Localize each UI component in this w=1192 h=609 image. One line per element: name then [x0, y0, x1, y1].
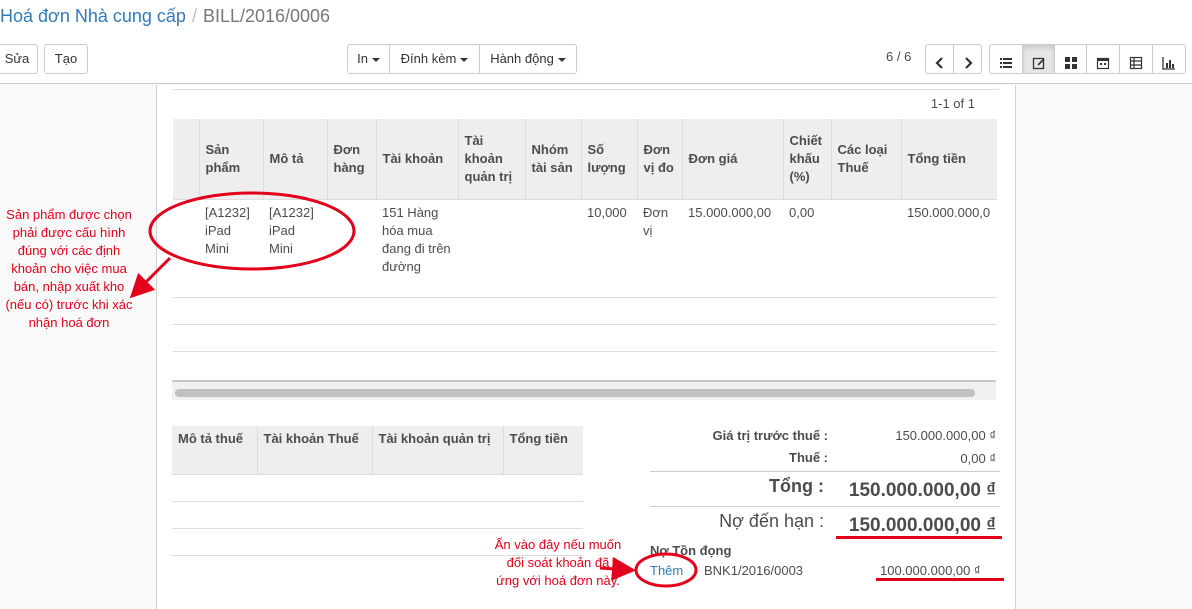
list-view-button[interactable] [989, 44, 1023, 74]
empty-row [172, 500, 583, 528]
outstanding-reference: BNK1/2016/0003 [704, 563, 804, 578]
empty-row [173, 350, 997, 378]
control-panel: Hoá đơn Nhà cung cấp / BILL/2016/0006 Sửa … [0, 0, 1192, 84]
untaxed-label: Giá trị trước thuế : [712, 428, 828, 443]
print-dropdown-button[interactable]: In [347, 44, 390, 74]
invoice-lines-table: Sản phẩm Mô tả Đơn hàng Tài khoản Tài kh… [173, 119, 997, 378]
amount-due-label: Nợ đến hạn : [719, 511, 824, 531]
tax-value: 0,00 ₫ [960, 451, 996, 466]
lines-header-row: Sản phẩm Mô tả Đơn hàng Tài khoản Tài kh… [173, 119, 997, 199]
tax-label: Thuế : [789, 450, 828, 465]
column-header[interactable]: Đơn hàng [326, 119, 376, 199]
scrollbar-thumb[interactable] [175, 389, 975, 397]
cell-uom[interactable]: Đơn vị [637, 198, 682, 297]
amount-due-underline [836, 536, 1002, 539]
kanban-view-icon [1064, 56, 1077, 69]
total-value: 150.000.000,00 ₫ [848, 480, 996, 501]
column-header[interactable]: Nhóm tài sản [524, 119, 581, 199]
form-view-button[interactable] [1022, 44, 1055, 74]
breadcrumb-current: BILL/2016/0006 [202, 6, 331, 26]
amount-due-value: 150.000.000,00 ₫ [848, 515, 996, 536]
totals-block: Giá trị trước thuế : 150.000.000,00 ₫ Th… [650, 420, 1000, 550]
edit-button[interactable]: Sửa [0, 44, 38, 74]
column-header[interactable]: Tài khoản quản trị [457, 119, 525, 199]
list-view-icon [1000, 57, 1012, 68]
column-header[interactable]: Tài khoản [375, 119, 458, 199]
column-header[interactable]: Sản phẩm [198, 119, 263, 199]
column-header[interactable]: Các loại Thuế [830, 119, 901, 199]
column-header[interactable]: Tổng tiền [502, 426, 583, 474]
cell-description[interactable]: [A1232] iPad Mini [263, 198, 327, 297]
reconcile-annotation: Ấn vào đây nếu muốn đối soát khoản đã ứn… [494, 537, 622, 588]
breadcrumb-separator: / [191, 6, 197, 26]
lines-horizontal-scrollbar[interactable] [172, 380, 996, 400]
tax-header-row: Mô tả thuế Tài khoản Thuế Tài khoản quản… [172, 426, 583, 474]
table-row[interactable]: [A1232] iPad Mini [A1232] iPad Mini 151 … [173, 198, 997, 297]
kanban-view-button[interactable] [1054, 44, 1087, 74]
attachment-dropdown-button[interactable]: Đính kèm [389, 44, 480, 74]
cell-product[interactable]: [A1232] iPad Mini [199, 198, 263, 297]
totals-divider [650, 506, 1000, 507]
record-pager-value: 6 / 6 [886, 49, 912, 64]
cell-unit-price[interactable]: 15.000.000,00 [682, 198, 783, 297]
lines-pager: 1-1 of 1 [930, 96, 975, 111]
action-dropdown-button[interactable]: Hành động [479, 44, 577, 74]
empty-row [173, 323, 997, 351]
empty-row [172, 473, 583, 501]
untaxed-value: 150.000.000,00 ₫ [895, 428, 996, 443]
column-header[interactable]: Mô tả [262, 119, 327, 199]
column-header[interactable]: Tài khoản Thuế [256, 426, 372, 474]
cell-subtotal[interactable]: 150.000.000,0 [901, 198, 997, 297]
action-label: Hành động [490, 51, 554, 66]
outstanding-add-link[interactable]: Thêm [650, 563, 683, 578]
cell-taxes[interactable] [831, 198, 901, 297]
column-header[interactable]: Mô tả thuế [172, 426, 257, 474]
column-header[interactable]: Đơn giá [681, 119, 783, 199]
chevron-left-icon [934, 56, 943, 69]
product-config-annotation: Sản phẩm được chọn phải được cấu hình đú… [5, 207, 133, 330]
totals-divider [650, 471, 1000, 472]
cell-account[interactable]: 151 Hàng hóa mua đang đi trên đường [376, 198, 458, 297]
pivot-view-button[interactable] [1119, 44, 1153, 74]
row-handle-header [173, 119, 199, 199]
outstanding-title: Nợ Tồn đọng [650, 543, 732, 558]
column-header[interactable]: Đơn vị đo [636, 119, 682, 199]
graph-view-button[interactable] [1152, 44, 1186, 74]
total-label: Tổng : [769, 476, 824, 496]
breadcrumb-parent-link[interactable]: Hoá đơn Nhà cung cấp [0, 6, 186, 26]
row-handle [173, 198, 199, 297]
calendar-view-icon [1096, 57, 1110, 69]
breadcrumb: Hoá đơn Nhà cung cấp / BILL/2016/0006 [0, 5, 330, 29]
outstanding-amount-underline [876, 578, 1004, 581]
cell-quantity[interactable]: 10,000 [581, 198, 637, 297]
empty-row [173, 296, 997, 324]
caret-down-icon [460, 57, 469, 62]
attachment-label: Đính kèm [400, 51, 457, 66]
caret-down-icon [371, 57, 380, 62]
pager-next-button[interactable] [953, 44, 982, 74]
column-header[interactable]: Tổng tiền [900, 119, 997, 199]
sheet-divider [173, 89, 999, 90]
column-header[interactable]: Tài khoản quản trị [371, 426, 503, 474]
create-button[interactable]: Tạo [44, 44, 88, 74]
pager-previous-button[interactable] [925, 44, 954, 74]
calendar-view-button[interactable] [1086, 44, 1120, 74]
outstanding-amount: 100.000.000,00 ₫ [880, 563, 981, 578]
column-header[interactable]: Chiết khấu (%) [782, 119, 831, 199]
print-label: In [357, 51, 368, 66]
cell-asset-category[interactable] [525, 198, 581, 297]
form-view-icon [1032, 57, 1045, 69]
invoice-lines-container: Sản phẩm Mô tả Đơn hàng Tài khoản Tài kh… [173, 119, 997, 465]
column-header[interactable]: Số lượng [580, 119, 637, 199]
chevron-right-icon [964, 56, 973, 69]
graph-view-icon [1162, 56, 1175, 70]
pivot-view-icon [1129, 56, 1143, 69]
cell-discount[interactable]: 0,00 [783, 198, 831, 297]
caret-down-icon [557, 57, 566, 62]
cell-order[interactable] [327, 198, 376, 297]
cell-analytic-account[interactable] [458, 198, 525, 297]
